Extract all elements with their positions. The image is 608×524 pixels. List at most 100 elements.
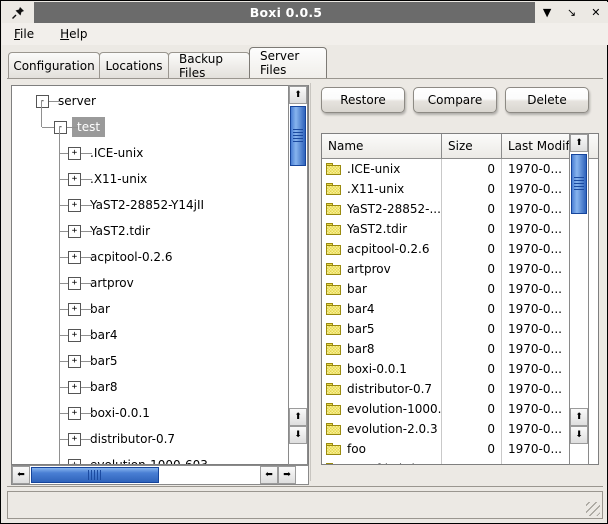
file-name-text: bar (347, 282, 367, 296)
list-scroll-up-button-bottom[interactable]: ⬆ (570, 408, 588, 426)
menu-file[interactable]: File (14, 27, 34, 41)
collapse-toggle-icon[interactable]: - (54, 120, 67, 134)
tree-item-bar8[interactable]: + bar8 (68, 374, 118, 400)
expand-toggle-icon[interactable]: + (68, 458, 81, 464)
expand-toggle-icon[interactable]: + (68, 250, 81, 264)
tree-horizontal-scroll-thumb[interactable] (31, 467, 159, 483)
tree-item-label: artprov (90, 276, 134, 290)
list-vertical-scroll-thumb[interactable] (571, 154, 587, 214)
action-button-row: Restore Compare Delete (321, 85, 599, 119)
table-row[interactable]: bar 0 1970-0... (322, 279, 598, 299)
tree-connector (81, 153, 92, 154)
tree-item-ice-unix[interactable]: + .ICE-unix (68, 140, 143, 166)
table-row[interactable]: bar5 0 1970-0... (322, 319, 598, 339)
compare-button[interactable]: Compare (413, 87, 497, 113)
expand-toggle-icon[interactable]: + (68, 354, 81, 368)
cell-size: 0 (442, 259, 502, 279)
tree-connector (59, 127, 60, 464)
expand-toggle-icon[interactable]: + (68, 224, 81, 238)
table-row[interactable]: acpitool-0.2.6 0 1970-0... (322, 239, 598, 259)
expand-toggle-icon[interactable]: + (68, 276, 81, 290)
expand-toggle-icon[interactable]: + (68, 146, 81, 160)
tree-horizontal-scrollbar[interactable]: ⬅ ⬅ ➡ (11, 465, 309, 485)
tree-item-evolution-1000-603[interactable]: + evolution-1000-603 (68, 452, 208, 464)
table-row[interactable]: bar4 0 1970-0... (322, 299, 598, 319)
resize-grip-icon[interactable] (586, 502, 600, 516)
tree-item-label: .X11-unix (90, 172, 148, 186)
list-scroll-down-button[interactable]: ⬇ (570, 426, 588, 444)
expand-toggle-icon[interactable]: + (68, 380, 81, 394)
tree-scroll-up-button[interactable]: ⬆ (289, 86, 307, 104)
table-row[interactable]: bar8 0 1970-0... (322, 339, 598, 359)
tree-vertical-scrollbar[interactable]: ⬆ ⬆ ⬇ (288, 85, 308, 465)
menu-help-rest: elp (69, 27, 88, 41)
tree-item-bar4[interactable]: + bar4 (68, 322, 118, 348)
folder-icon (326, 463, 341, 464)
file-name-text: bar5 (347, 322, 375, 336)
tree-item-test[interactable]: - test (54, 114, 106, 140)
list-vertical-scrollbar[interactable]: ⬆ ⬆ ⬇ (569, 133, 589, 465)
folder-icon (326, 403, 341, 415)
expand-toggle-icon[interactable]: + (68, 432, 81, 446)
tree-vertical-scroll-thumb[interactable] (290, 106, 306, 166)
tree-scroll-right-button[interactable]: ➡ (278, 466, 296, 484)
cell-size: 0 (442, 339, 502, 359)
tree-item-label: .ICE-unix (90, 146, 144, 160)
tree-item-label: YaST2.tdir (90, 224, 151, 238)
table-row[interactable]: gconfd-chris 01970-0... (322, 459, 598, 464)
cell-name: bar5 (322, 319, 442, 339)
tree-scroll-up-button-bottom[interactable]: ⬆ (289, 408, 307, 426)
tree-item-artprov[interactable]: + artprov (68, 270, 134, 296)
collapse-toggle-icon[interactable]: - (36, 94, 49, 108)
tree-item-label: bar8 (90, 380, 118, 394)
tab-configuration[interactable]: Configuration (8, 52, 100, 78)
window-menu-button[interactable] (2, 2, 34, 23)
folder-icon (326, 383, 341, 395)
table-row[interactable]: boxi-0.0.1 0 1970-0... (322, 359, 598, 379)
maximize-icon[interactable]: ↘ (561, 3, 581, 23)
table-row[interactable]: .X11-unix 0 1970-0... (322, 179, 598, 199)
table-row[interactable]: YaST2.tdir 0 1970-0... (322, 219, 598, 239)
table-row[interactable]: distributor-0.7 0 1970-0... (322, 379, 598, 399)
expand-toggle-icon[interactable]: + (68, 198, 81, 212)
delete-button[interactable]: Delete (505, 87, 589, 113)
cell-last-modified: 1970-0... (508, 222, 562, 236)
close-icon[interactable]: ✕ (586, 3, 606, 23)
tab-locations[interactable]: Locations (99, 52, 169, 78)
tree-scroll-left-button[interactable]: ⬅ (12, 466, 30, 484)
column-header-last-modified[interactable]: Last Modif (502, 134, 578, 158)
table-row[interactable]: artprov 0 1970-0... (322, 259, 598, 279)
table-row[interactable]: .ICE-unix 0 1970-0... (322, 159, 598, 179)
scroll-grip (574, 177, 584, 191)
tab-backup-files[interactable]: Backup Files (168, 52, 250, 80)
table-row[interactable]: evolution-2.0.3 0 1970-0... (322, 419, 598, 439)
minimize-icon[interactable]: ▼ (537, 3, 557, 23)
table-row[interactable]: foo 0 1970-0... (322, 439, 598, 459)
expand-toggle-icon[interactable]: + (68, 328, 81, 342)
tab-server-files[interactable]: Server Files (249, 47, 327, 78)
tree-item-server[interactable]: - server (36, 88, 96, 114)
restore-button[interactable]: Restore (321, 87, 405, 113)
expand-toggle-icon[interactable]: + (68, 172, 81, 186)
tab-strip: Configuration Locations Backup Files Ser… (2, 45, 608, 80)
expand-toggle-icon[interactable]: + (68, 302, 81, 316)
tree-scroll-left-button-end[interactable]: ⬅ (260, 466, 278, 484)
tree-item-x11-unix[interactable]: + .X11-unix (68, 166, 147, 192)
tree-scroll-down-button[interactable]: ⬇ (289, 426, 307, 444)
cell-size: 0 (442, 239, 502, 259)
table-row[interactable]: YaST2-28852-... 0 1970-0... (322, 199, 598, 219)
directory-tree[interactable]: - server - test + .ICE-unix + .X11-unix + YaST2-2… (11, 85, 309, 465)
tree-item-bar5[interactable]: + bar5 (68, 348, 118, 374)
server-files-list[interactable]: Name Size Last Modif .ICE-unix 0 1970-0...… (321, 133, 599, 465)
list-header-row: Name Size Last Modif (322, 134, 598, 159)
file-name-text: YaST2.tdir (347, 222, 408, 236)
expand-toggle-icon[interactable]: + (68, 406, 81, 420)
column-header-size[interactable]: Size (442, 134, 502, 158)
table-row[interactable]: evolution-1000... 0 1970-0... (322, 399, 598, 419)
list-scroll-up-button[interactable]: ⬆ (570, 134, 588, 152)
file-name-text: YaST2-28852-... (347, 202, 441, 216)
cell-size: 0 (442, 419, 502, 439)
tree-connector (60, 257, 68, 258)
menu-help[interactable]: Help (60, 27, 87, 41)
column-header-name[interactable]: Name (322, 134, 442, 158)
